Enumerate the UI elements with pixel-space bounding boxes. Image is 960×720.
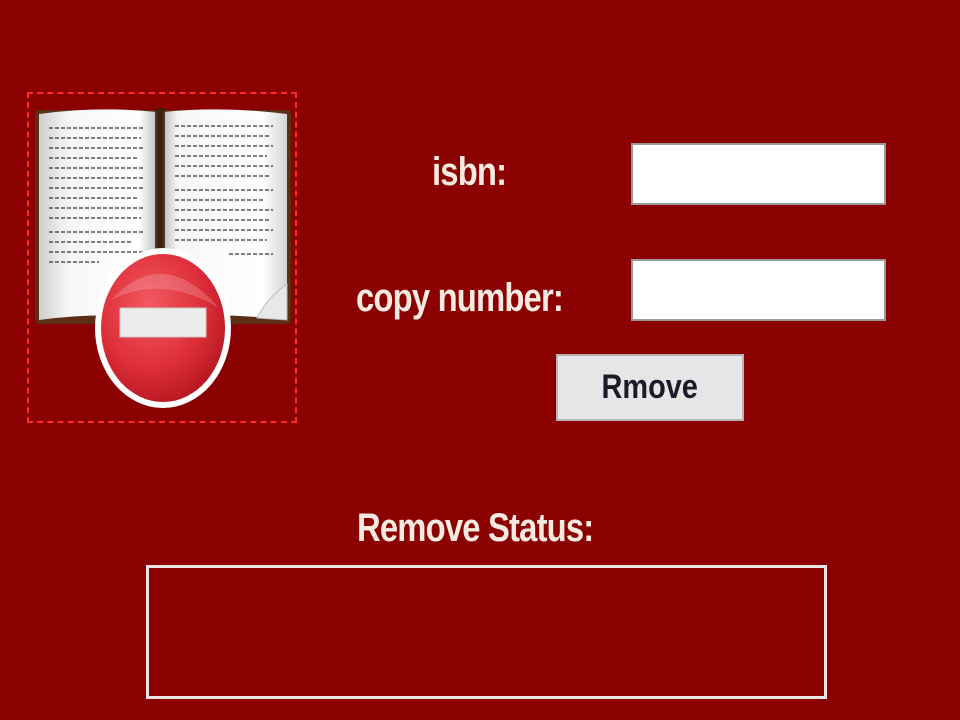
isbn-input[interactable] — [631, 143, 886, 205]
book-remove-icon — [27, 92, 297, 423]
book-remove-illustration — [35, 108, 291, 408]
isbn-label: isbn: — [432, 150, 507, 194]
remove-status-label: Remove Status: — [357, 506, 594, 550]
copy-number-input[interactable] — [631, 259, 886, 321]
remove-button[interactable]: Rmove — [556, 354, 744, 421]
remove-book-window: isbn: copy number: Rmove Remove Status: — [0, 0, 960, 720]
remove-button-label: Rmove — [601, 368, 699, 406]
copy-number-label: copy number: — [356, 276, 564, 320]
remove-status-output — [146, 565, 827, 699]
